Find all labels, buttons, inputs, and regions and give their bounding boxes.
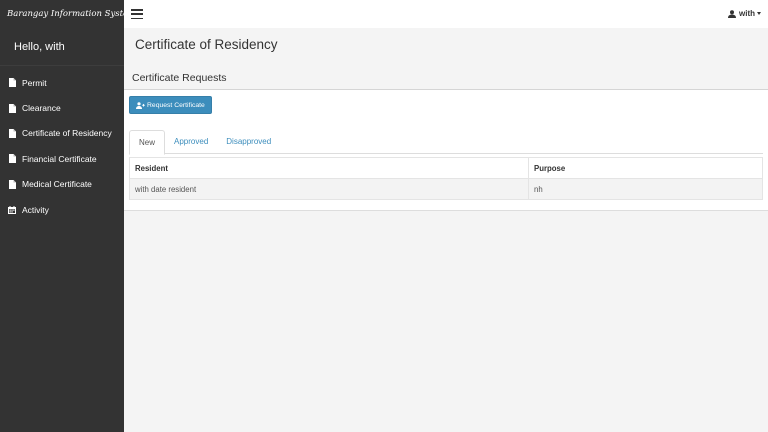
user-icon bbox=[728, 9, 736, 18]
tab-disapproved[interactable]: Disapproved bbox=[217, 130, 280, 154]
request-certificate-label: Request Certificate bbox=[147, 101, 205, 109]
file-icon bbox=[8, 103, 16, 113]
sidebar-item-label: Financial Certificate bbox=[22, 153, 97, 164]
cell-resident: with date resident bbox=[129, 178, 529, 200]
main-content: Certificate of Residency Certificate Req… bbox=[124, 28, 768, 432]
tab-new[interactable]: New bbox=[129, 130, 166, 155]
sidebar-item-clearance[interactable]: Clearance bbox=[0, 95, 124, 120]
panel-title: Certificate Requests bbox=[124, 66, 768, 90]
sidebar: Barangay Information System Hello, with … bbox=[0, 0, 124, 432]
sidebar-nav: Permit Clearance Certificate of Residenc… bbox=[0, 70, 124, 222]
file-icon bbox=[8, 78, 16, 88]
table-row[interactable]: with date resident nh bbox=[129, 178, 763, 200]
user-menu[interactable]: with bbox=[728, 9, 761, 18]
brand-logo[interactable]: Barangay Information System bbox=[0, 0, 124, 28]
sidebar-item-label: Clearance bbox=[22, 103, 61, 114]
sidebar-item-activity[interactable]: Activity bbox=[0, 197, 124, 222]
file-icon bbox=[8, 154, 16, 164]
request-tabs: New Approved Disapproved bbox=[129, 130, 763, 155]
column-header-resident[interactable]: Resident bbox=[129, 157, 529, 179]
calendar-icon bbox=[8, 205, 16, 214]
sidebar-item-label: Permit bbox=[22, 77, 47, 88]
request-certificate-button[interactable]: Request Certificate bbox=[129, 96, 212, 114]
certificate-requests-panel: Certificate Requests Request Certificate… bbox=[124, 66, 768, 211]
add-user-icon bbox=[136, 101, 145, 109]
table-header-row: Resident Purpose bbox=[129, 157, 763, 179]
sidebar-item-financial-certificate[interactable]: Financial Certificate bbox=[0, 146, 124, 171]
user-name: with bbox=[739, 9, 755, 18]
sidebar-item-label: Certificate of Residency bbox=[22, 128, 112, 139]
sidebar-item-label: Activity bbox=[22, 204, 49, 215]
user-greeting: Hello, with bbox=[0, 28, 124, 66]
menu-toggle-icon[interactable] bbox=[131, 9, 143, 20]
cell-purpose: nh bbox=[528, 178, 763, 200]
page-title: Certificate of Residency bbox=[135, 37, 278, 52]
sidebar-item-medical-certificate[interactable]: Medical Certificate bbox=[0, 172, 124, 197]
sidebar-item-certificate-of-residency[interactable]: Certificate of Residency bbox=[0, 121, 124, 146]
chevron-down-icon bbox=[757, 12, 761, 15]
file-icon bbox=[8, 179, 16, 189]
file-icon bbox=[8, 128, 16, 138]
top-navbar: with bbox=[124, 0, 768, 28]
sidebar-item-permit[interactable]: Permit bbox=[0, 70, 124, 95]
requests-table: Resident Purpose with date resident nh bbox=[129, 157, 763, 200]
tab-approved[interactable]: Approved bbox=[165, 130, 217, 154]
column-header-purpose[interactable]: Purpose bbox=[528, 157, 763, 179]
sidebar-item-label: Medical Certificate bbox=[22, 179, 92, 190]
